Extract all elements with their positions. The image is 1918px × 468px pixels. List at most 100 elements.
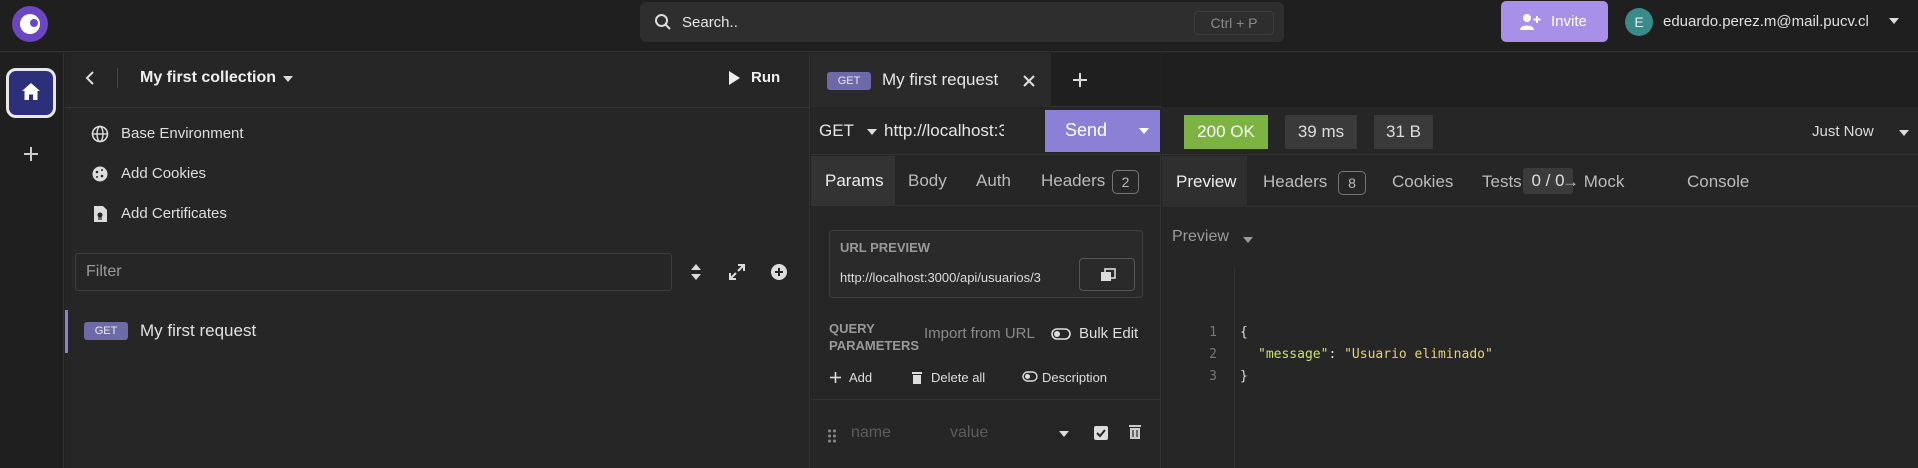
json-line: "message": "Usuario eliminado" [1258,347,1493,362]
url-preview-title: URL PREVIEW [840,240,931,255]
chevron-down-icon[interactable] [1058,430,1070,438]
line-number: 1 [1209,325,1217,340]
search-bar[interactable]: Search.. Ctrl + P [640,2,1284,42]
send-button[interactable]: Send [1045,110,1160,152]
url-input[interactable]: http://localhost:3000/api/usuarios/3 [884,121,1004,141]
chevron-down-icon[interactable] [282,75,294,83]
plus-icon[interactable] [22,145,40,163]
description-label: Description [1042,370,1108,385]
request-list-item[interactable]: GET My first request [65,310,810,353]
chevron-down-icon[interactable] [1138,127,1150,135]
close-icon[interactable] [1022,74,1036,88]
filter-placeholder: Filter [86,263,122,280]
url-bar: GET http://localhost:3000/api/usuarios/3… [811,108,1161,155]
import-from-url-button[interactable]: Import from URL [924,325,1035,342]
request-pane: GET My first request GET http://localhos… [811,53,1161,468]
copy-icon [1100,268,1116,282]
avatar[interactable]: E [1625,8,1653,36]
sort-icon[interactable] [689,263,703,281]
plus-icon[interactable] [1071,71,1089,89]
search-icon [654,13,672,31]
tab-params[interactable]: Params [811,156,895,206]
plus-icon [830,372,841,383]
json-brace: } [1240,369,1248,384]
url-preview-text: http://localhost:3000/api/usuarios/3 [840,270,1041,285]
method-badge: GET [84,322,128,340]
chevron-down-icon[interactable] [1888,17,1900,25]
method-badge: GET [827,72,871,90]
headers-count-badge: 8 [1338,171,1366,195]
query-parameters-title: QUERY PARAMETERS [829,320,919,354]
tab-headers[interactable]: Headers [1263,172,1327,192]
line-number: 2 [1209,347,1217,362]
param-name-input[interactable]: name [851,424,891,442]
tab-mock[interactable]: → Mock [1562,172,1624,192]
tab-auth[interactable]: Auth [976,171,1011,191]
copy-button[interactable] [1079,258,1135,291]
request-tab-bar: GET My first request [811,53,1161,107]
tab-headers[interactable]: Headers [1041,171,1105,191]
home-icon [21,82,41,102]
line-number: 3 [1209,369,1217,384]
response-size-badge: 31 B [1374,115,1433,149]
plus-circle-icon[interactable] [770,263,788,281]
chevron-down-icon[interactable] [1898,129,1910,137]
filter-input[interactable]: Filter [75,253,672,291]
tab-console[interactable]: Console [1687,172,1749,192]
left-rail [0,53,64,468]
checkbox-icon[interactable] [1093,425,1109,441]
request-name: My first request [140,321,257,340]
menu-label: Add Cookies [121,165,207,182]
response-time-badge: 39 ms [1285,115,1357,149]
url-preview-box: URL PREVIEW http://localhost:3000/api/us… [829,230,1143,298]
drag-handle-icon[interactable] [827,429,837,443]
add-user-icon [1519,13,1541,31]
request-subtabs: Params Body Auth Headers 2 [811,156,1161,206]
tab-label: Params [825,171,884,190]
certificate-icon [91,205,109,223]
trash-icon[interactable] [1128,424,1142,440]
run-button[interactable]: Run [751,69,780,86]
menu-label: Add Certificates [121,205,227,222]
json-colon: : [1328,347,1345,362]
invite-button[interactable]: Invite [1501,1,1608,42]
tab-tests[interactable]: Tests [1482,172,1522,192]
json-value: "Usuario eliminado" [1344,347,1493,362]
search-label: Search.. [682,14,738,31]
history-dropdown[interactable]: Just Now [1812,123,1874,140]
search-shortcut: Ctrl + P [1194,11,1274,35]
collection-sidebar: My first collection Run Base Environment… [65,53,810,468]
headers-count-badge: 2 [1112,170,1139,194]
chevron-down-icon[interactable] [866,128,878,136]
request-tab[interactable]: GET My first request [811,53,1051,107]
tab-body[interactable]: Body [908,171,947,191]
expand-icon[interactable] [728,263,746,281]
query-title-line: PARAMETERS [829,338,920,353]
delete-all-label: Delete all [931,370,986,385]
method-select[interactable]: GET [819,121,854,141]
chevron-left-icon[interactable] [85,71,95,85]
play-icon[interactable] [727,70,741,86]
status-badge: 200 OK [1184,115,1268,149]
chevron-down-icon[interactable] [1242,236,1254,244]
tab-preview[interactable]: Preview [1162,156,1247,207]
preview-mode-dropdown[interactable]: Preview [1172,228,1229,246]
response-tabs: Preview Headers 8 Cookies Tests 0 / 0 → … [1162,156,1918,207]
tab-cookies[interactable]: Cookies [1392,172,1453,192]
collection-title[interactable]: My first collection [140,69,276,87]
add-label: Add [849,370,873,385]
param-value-input[interactable]: value [950,424,988,442]
invite-label: Invite [1551,13,1587,30]
toggle-icon [1022,371,1038,382]
trash-icon [912,372,922,384]
response-body-viewer: 1 2 3 { "message": "Usuario eliminado" } [1162,268,1918,468]
home-button[interactable] [6,68,56,118]
json-brace: { [1240,325,1248,340]
tab-title: My first request [882,70,999,89]
response-status-bar: 200 OK 39 ms 31 B Just Now [1162,108,1918,155]
user-email[interactable]: eduardo.perez.m@mail.pucv.cl [1663,13,1869,30]
toggle-icon[interactable] [1051,328,1071,340]
insomnia-logo-icon[interactable] [12,6,48,42]
send-label: Send [1065,120,1108,140]
bulk-edit-button[interactable]: Bulk Edit [1079,325,1138,342]
